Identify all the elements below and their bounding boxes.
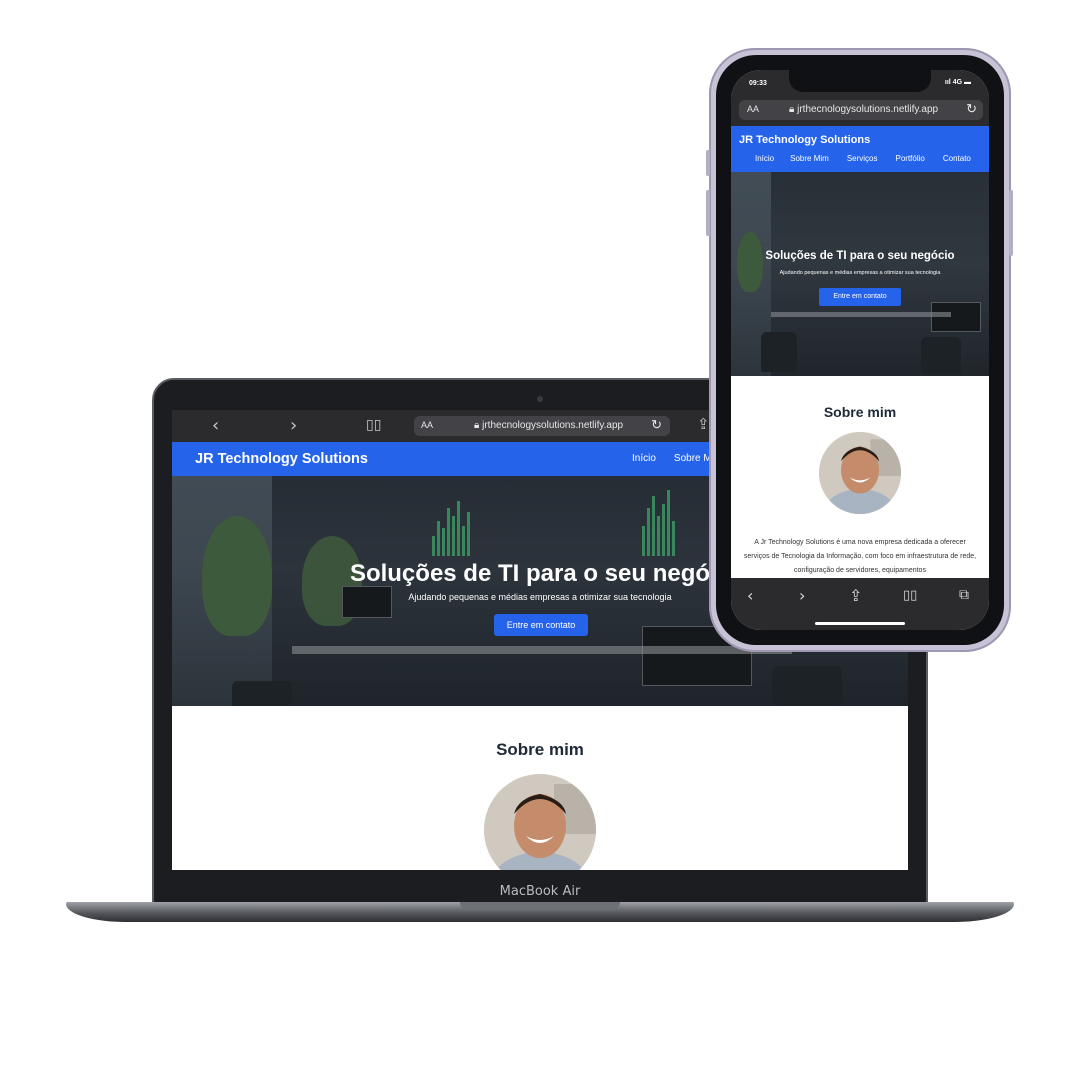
nav-item-servicos[interactable]: Serviços bbox=[847, 154, 878, 163]
back-icon[interactable]: ‹ bbox=[747, 586, 753, 605]
avatar bbox=[819, 432, 901, 514]
laptop-hinge-notch bbox=[460, 902, 620, 910]
contact-button[interactable]: Entre em contato bbox=[494, 614, 588, 636]
hero-title: Soluções de TI para o seu negócio bbox=[765, 250, 955, 262]
avatar-photo bbox=[819, 432, 901, 514]
nav-item-sobre-mim[interactable]: Sobre M bbox=[674, 453, 712, 464]
network-label: 4G bbox=[952, 79, 963, 86]
url-text: 🔒︎ jrthecnologysolutions.netlify.app bbox=[789, 104, 939, 115]
nav-item-inicio[interactable]: Início bbox=[632, 453, 656, 464]
back-icon[interactable]: ‹ bbox=[212, 415, 219, 436]
avatar bbox=[484, 774, 596, 870]
laptop-model-label: MacBook Air bbox=[499, 884, 581, 899]
status-time: 09:33 bbox=[749, 80, 767, 87]
forward-icon[interactable]: › bbox=[799, 586, 805, 605]
address-bar[interactable]: AA 🔒︎ jrthecnologysolutions.netlify.app … bbox=[739, 100, 983, 120]
about-title: Sobre mim bbox=[823, 404, 897, 420]
laptop-camera bbox=[537, 396, 543, 402]
hero-subtitle: Ajudando pequenas e médias empresas a ot… bbox=[779, 270, 941, 276]
office-chair bbox=[761, 332, 797, 372]
office-chair bbox=[772, 666, 842, 706]
lock-icon: 🔒︎ bbox=[789, 104, 795, 115]
nav-item-inicio[interactable]: Início bbox=[755, 154, 774, 163]
office-plant bbox=[737, 232, 763, 292]
phone-notch bbox=[789, 70, 931, 92]
browser-bottom-toolbar: ‹ › ⇪ ▯▯ ⧉ bbox=[731, 578, 989, 630]
phone-screen: 09:33 ııl 4G ▬ AA 🔒︎ jrthecnologysolutio… bbox=[731, 70, 989, 630]
signal-icon: ııl 4G ▬ bbox=[944, 79, 971, 86]
about-text: A Jr Technology Solutions é uma nova emp… bbox=[743, 539, 977, 574]
office-chair bbox=[232, 681, 292, 706]
nav-item-sobre-mim[interactable]: Sobre Mim bbox=[790, 154, 829, 163]
home-indicator bbox=[815, 622, 905, 625]
site-logo[interactable]: JR Technology Solutions bbox=[739, 134, 870, 146]
site-nav: Início Sobre M bbox=[632, 453, 712, 464]
phone-volume-up bbox=[706, 190, 710, 236]
reload-icon[interactable]: ↻ bbox=[966, 101, 977, 117]
office-monitor bbox=[342, 586, 392, 618]
wall-chart-graphic bbox=[642, 486, 675, 556]
site-logo[interactable]: JR Technology Solutions bbox=[195, 451, 368, 467]
site-nav: Início Sobre Mim Serviços Portfólio Cont… bbox=[755, 154, 971, 163]
hero-section: Soluções de TI para o seu negócio Ajudan… bbox=[731, 172, 989, 376]
phone-power-button bbox=[1009, 190, 1013, 256]
text-size-button[interactable]: AA bbox=[421, 420, 433, 430]
browser-address-area: AA 🔒︎ jrthecnologysolutions.netlify.app … bbox=[731, 96, 989, 126]
nav-item-contato[interactable]: Contato bbox=[943, 154, 971, 163]
lock-icon: 🔒︎ bbox=[474, 420, 480, 431]
site-header: JR Technology Solutions Início Sobre Mim… bbox=[731, 126, 989, 172]
forward-icon[interactable]: › bbox=[290, 415, 297, 436]
url-text: 🔒︎ jrthecnologysolutions.netlify.app bbox=[474, 420, 624, 431]
reload-icon[interactable]: ↻ bbox=[651, 417, 662, 433]
wall-chart-graphic bbox=[432, 496, 470, 556]
tabs-icon[interactable]: ⧉ bbox=[959, 587, 969, 603]
battery-icon: ▬ bbox=[964, 79, 971, 86]
share-icon[interactable]: ⇪ bbox=[849, 586, 862, 605]
bookmarks-icon[interactable]: ▯▯ bbox=[903, 588, 917, 603]
text-size-button[interactable]: AA bbox=[747, 104, 759, 114]
address-bar[interactable]: AA 🔒︎ jrthecnologysolutions.netlify.app … bbox=[414, 416, 670, 436]
phone-mute-switch bbox=[706, 150, 710, 176]
bookmarks-icon[interactable]: ▯▯ bbox=[366, 417, 381, 433]
office-chair bbox=[921, 337, 961, 373]
office-desk bbox=[771, 312, 951, 317]
contact-button[interactable]: Entre em contato bbox=[819, 288, 901, 306]
avatar-photo bbox=[484, 774, 596, 870]
office-monitor bbox=[931, 302, 981, 332]
share-icon[interactable]: ⇪ bbox=[697, 415, 710, 433]
office-desk bbox=[292, 646, 792, 654]
about-title: Sobre mim bbox=[496, 740, 584, 759]
nav-item-portfolio[interactable]: Portfólio bbox=[896, 154, 925, 163]
